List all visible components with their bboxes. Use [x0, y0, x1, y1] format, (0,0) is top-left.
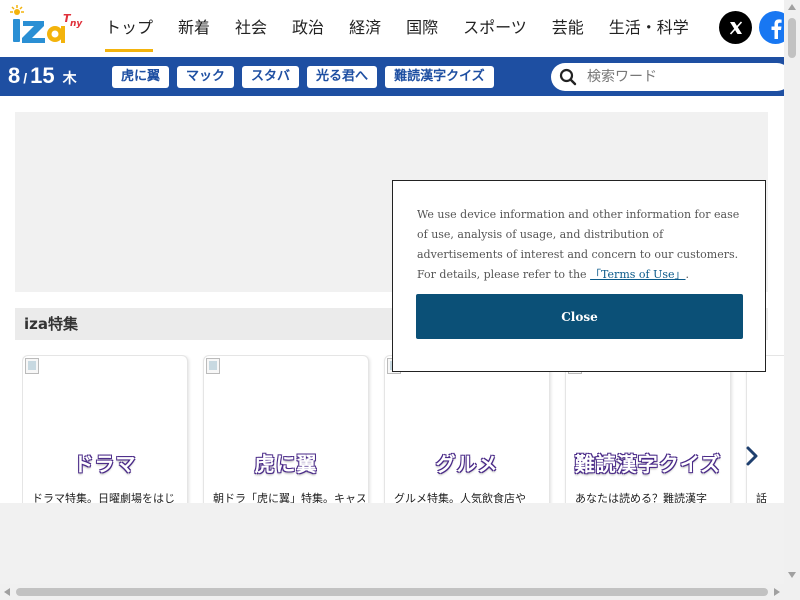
vertical-scrollbar[interactable] [784, 0, 800, 584]
tag-tora-ni-tsubasa[interactable]: 虎に翼 [112, 66, 170, 88]
date-display: 8/15 木 [8, 61, 77, 94]
tag-mac[interactable]: マック [177, 66, 235, 88]
nav-item-politics[interactable]: 政治 [287, 0, 329, 57]
card-image [25, 358, 39, 374]
card-description: ドラマ特集。日曜劇場をはじ [32, 492, 175, 503]
trending-tags: 虎に翼 マック スタバ 光る君へ 難読漢字クイズ [112, 66, 502, 88]
nav-item-new[interactable]: 新着 [173, 0, 215, 57]
date-day: 15 [30, 63, 55, 88]
page-lower-area [0, 503, 784, 584]
vertical-scroll-thumb[interactable] [788, 18, 796, 58]
nav-item-society[interactable]: 社会 [230, 0, 272, 57]
feature-card[interactable]: グルメ グルメ特集。人気飲食店や [384, 355, 550, 503]
search-input[interactable] [587, 65, 777, 89]
nav-item-international[interactable]: 国際 [401, 0, 443, 57]
cookie-message-suffix: . [685, 268, 690, 281]
facebook-icon [771, 18, 782, 39]
scroll-down-icon[interactable] [788, 572, 796, 578]
cookie-close-button[interactable]: Close [416, 294, 743, 339]
search-icon[interactable] [559, 68, 577, 86]
sub-bar: 8/15 木 虎に翼 マック スタバ 光る君へ 難読漢字クイズ [0, 57, 784, 96]
search-box [551, 63, 784, 91]
terms-of-use-link[interactable]: 「Terms of Use」 [590, 268, 685, 281]
horizontal-scrollbar[interactable] [0, 584, 784, 600]
nav-item-life-science[interactable]: 生活・科学 [604, 0, 694, 57]
horizontal-scroll-thumb[interactable] [16, 588, 768, 596]
cookie-consent-dialog: We use device information and other info… [392, 180, 766, 372]
card-description: 朝ドラ「虎に翼」特集。キャス [213, 492, 365, 503]
date-month: 8 [8, 63, 21, 88]
card-image [206, 358, 220, 374]
feature-carousel: ドラマ ドラマ特集。日曜劇場をはじ 虎に翼 朝ドラ「虎に翼」特集。キャス グルメ… [22, 355, 784, 503]
facebook-share-button[interactable] [759, 11, 784, 44]
x-share-button[interactable] [719, 11, 752, 44]
date-weekday: 木 [62, 70, 77, 86]
site-header: T ny トップ 新着 社会 政治 経済 国際 スポーツ 芸能 生活・科学 [0, 0, 784, 57]
scroll-right-icon[interactable] [774, 588, 780, 596]
card-title: ドラマ [73, 452, 137, 476]
date-separator: / [23, 70, 28, 86]
svg-text:ny: ny [70, 19, 83, 29]
feature-card[interactable]: ドラマ ドラマ特集。日曜劇場をはじ [22, 355, 188, 503]
cookie-message-text: We use device information and other info… [417, 208, 740, 281]
nav-item-sports[interactable]: スポーツ [458, 0, 532, 57]
cookie-message: We use device information and other info… [417, 205, 747, 285]
main-nav: トップ 新着 社会 政治 経済 国際 スポーツ 芸能 生活・科学 [100, 0, 709, 57]
scroll-left-icon[interactable] [4, 588, 10, 596]
card-title: グルメ [435, 452, 499, 476]
card-description: あなたは読める？難読漢字 [575, 492, 707, 503]
nav-item-entertainment[interactable]: 芸能 [547, 0, 589, 57]
tag-kanji-quiz[interactable]: 難読漢字クイズ [385, 66, 494, 88]
card-description: 話 [756, 492, 767, 503]
feature-card[interactable]: 話 [746, 355, 784, 503]
chevron-right-icon [746, 446, 758, 466]
card-title: 虎に翼 [254, 452, 318, 476]
iza-logo[interactable]: T ny [8, 4, 86, 50]
scrollbar-corner [784, 584, 800, 600]
feature-card[interactable]: 難読漢字クイズ あなたは読める？難読漢字 [565, 355, 731, 503]
feature-card[interactable]: 虎に翼 朝ドラ「虎に翼」特集。キャス [203, 355, 369, 503]
scroll-up-icon[interactable] [788, 4, 796, 10]
carousel-next-button[interactable] [741, 441, 763, 471]
card-description: グルメ特集。人気飲食店や [394, 492, 526, 503]
tag-starbucks[interactable]: スタバ [242, 66, 300, 88]
card-title: 難読漢字クイズ [574, 452, 722, 476]
x-icon [729, 20, 742, 35]
nav-item-economy[interactable]: 経済 [344, 0, 386, 57]
nav-item-top[interactable]: トップ [100, 0, 158, 57]
tag-hikaru-kimi-e[interactable]: 光る君へ [307, 66, 378, 88]
